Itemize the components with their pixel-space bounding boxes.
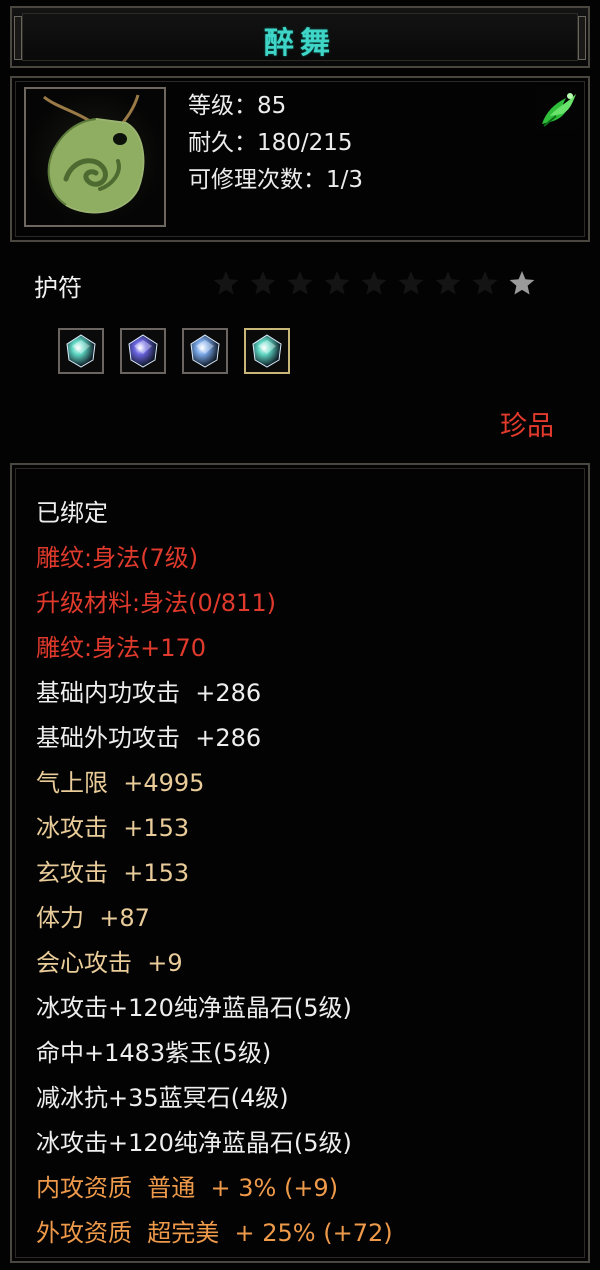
blue-crystal-icon: [190, 334, 220, 368]
star-empty-icon: [324, 271, 350, 295]
star-empty-icon: [287, 271, 313, 295]
attribute-line: 外攻资质 超完美 + 25% (+72): [36, 1219, 393, 1247]
attribute-line: 体力 +87: [36, 904, 150, 932]
star-empty-icon: [435, 271, 461, 295]
jade-amulet-icon: [43, 94, 145, 214]
attribute-line: 基础内功攻击 +286: [36, 679, 262, 707]
star-empty-icon: [398, 271, 424, 295]
attribute-line: 雕纹:身法+170: [36, 634, 207, 662]
star-empty-icon: [472, 271, 498, 295]
green-phoenix-icon: [536, 86, 580, 130]
star-empty-icon: [213, 271, 239, 295]
rarity-label: 珍品: [500, 411, 554, 442]
attribute-line: 气上限 +4995: [36, 769, 205, 797]
item-icon-frame: [24, 87, 166, 227]
gem-slot[interactable]: [244, 328, 290, 374]
attribute-line: 已绑定: [36, 499, 108, 527]
attribute-line: 会心攻击 +9: [36, 949, 183, 977]
attribute-line: 玄攻击 +153: [36, 859, 190, 887]
attribute-line: 雕纹:身法(7级): [36, 544, 199, 572]
star-filled-icon: [509, 271, 535, 295]
enhancement-stars: [212, 268, 542, 300]
attribute-line: 升级材料:身法(0/811): [36, 589, 276, 617]
title-bar: 醉舞: [10, 6, 590, 68]
star-empty-icon: [361, 271, 387, 295]
cyan-crystal-icon: [252, 334, 282, 368]
attribute-line: 冰攻击 +153: [36, 814, 190, 842]
attribute-panel: 已绑定雕纹:身法(7级) 升级材料:身法(0/811) 雕纹:身法+170 基础内功攻…: [10, 463, 590, 1263]
item-stats: 等级：85 耐久：180/215 可修理次数：1/3: [188, 88, 363, 199]
attribute-list: 已绑定雕纹:身法(7级) 升级材料:身法(0/811) 雕纹:身法+170 基础内功攻…: [36, 491, 393, 1256]
gem-slot[interactable]: [182, 328, 228, 374]
cyan-crystal-icon: [66, 334, 96, 368]
attribute-line: 减冰抗+35蓝冥石(4级): [36, 1084, 289, 1112]
purple-crystal-icon: [128, 334, 158, 368]
item-header: 等级：85 耐久：180/215 可修理次数：1/3: [10, 76, 590, 242]
gem-slot[interactable]: [58, 328, 104, 374]
attribute-line: 冰攻击+120纯净蓝晶石(5级): [36, 994, 352, 1022]
level-line: 等级：85: [188, 93, 287, 119]
attribute-line: 内攻资质 普通 + 3% (+9): [36, 1174, 339, 1202]
item-category: 护符: [34, 274, 82, 302]
star-rating: [213, 271, 535, 295]
durability-line: 耐久：180/215: [188, 130, 353, 156]
repair-count-line: 可修理次数：1/3: [188, 167, 364, 193]
attribute-line: 冰攻击+120纯净蓝晶石(5级): [36, 1129, 352, 1157]
gem-slot[interactable]: [120, 328, 166, 374]
star-empty-icon: [250, 271, 276, 295]
item-tooltip: 醉舞 等级：85 耐久：180/215 可修理次数：1/3 护符 珍品 已绑定 …: [0, 0, 600, 1270]
attribute-line: 基础外功攻击 +286: [36, 724, 262, 752]
attribute-line: 命中+1483紫玉(5级): [36, 1039, 272, 1067]
item-name: 醉舞: [264, 26, 336, 61]
